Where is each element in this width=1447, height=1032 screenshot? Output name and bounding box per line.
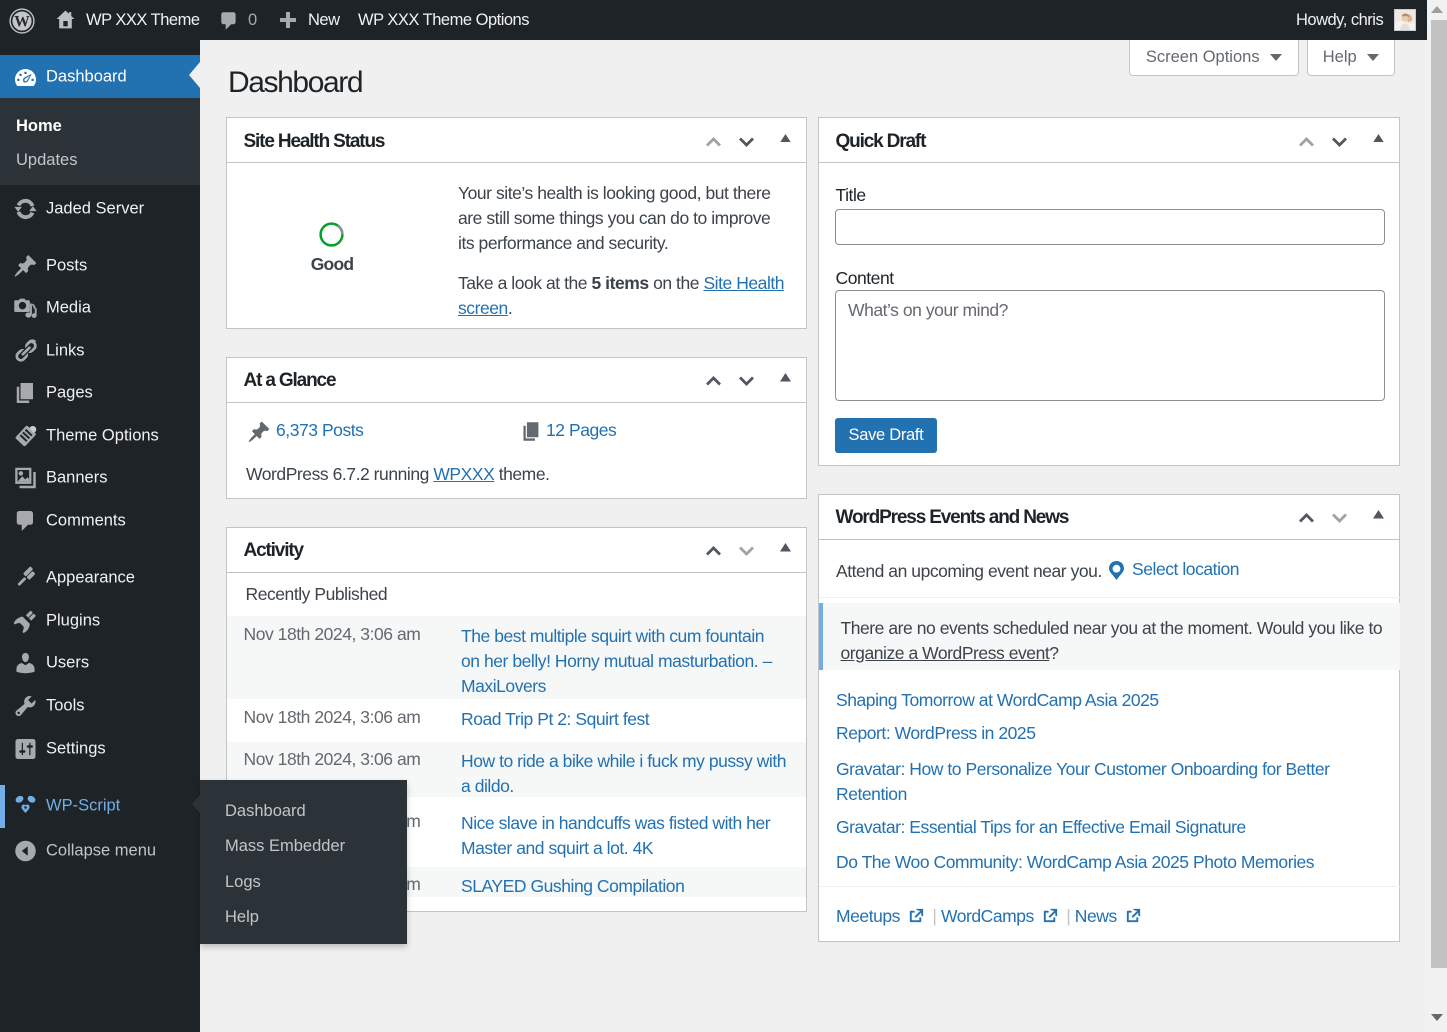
svg-text:W: W <box>14 13 30 30</box>
